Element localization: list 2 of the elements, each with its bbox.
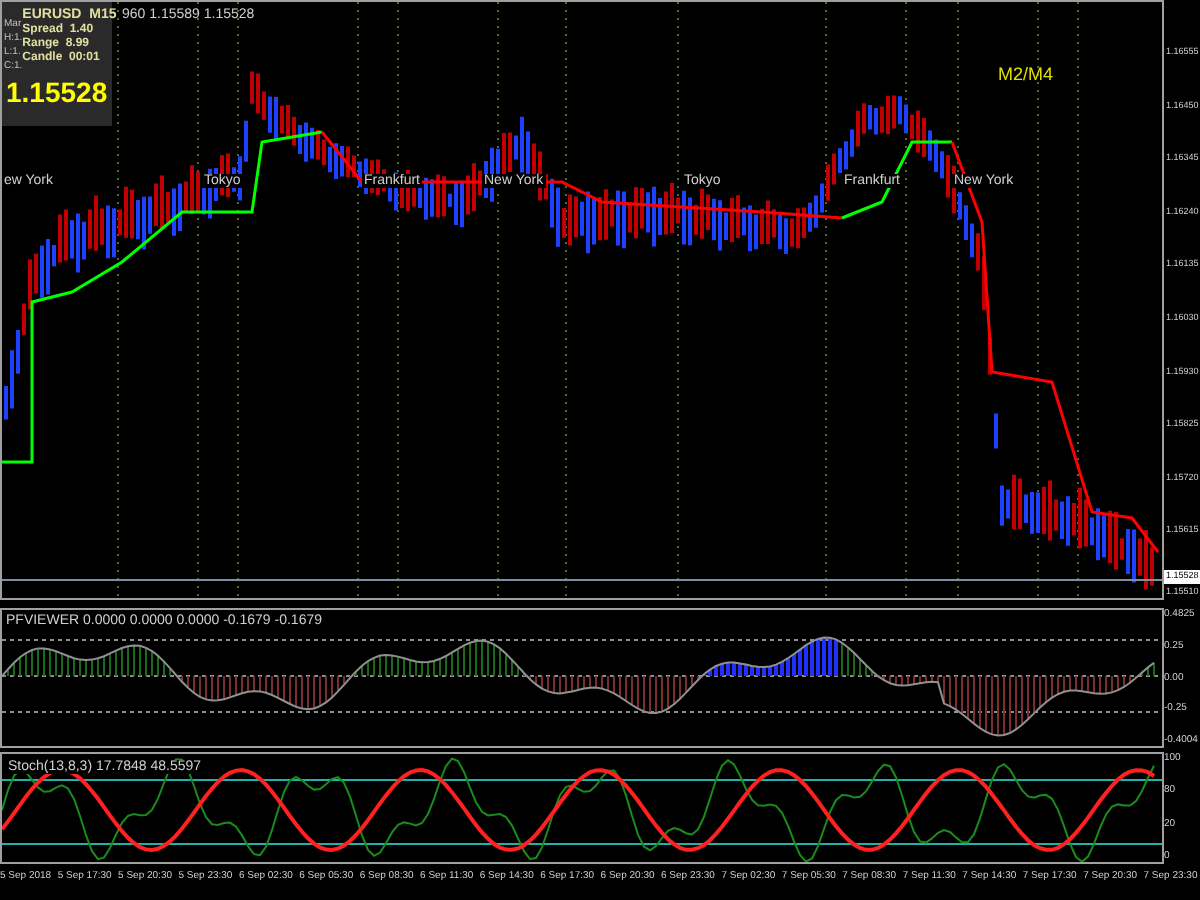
current-price: 1.15528 — [6, 78, 108, 106]
overlay-label: M2/M4 — [998, 62, 1054, 88]
